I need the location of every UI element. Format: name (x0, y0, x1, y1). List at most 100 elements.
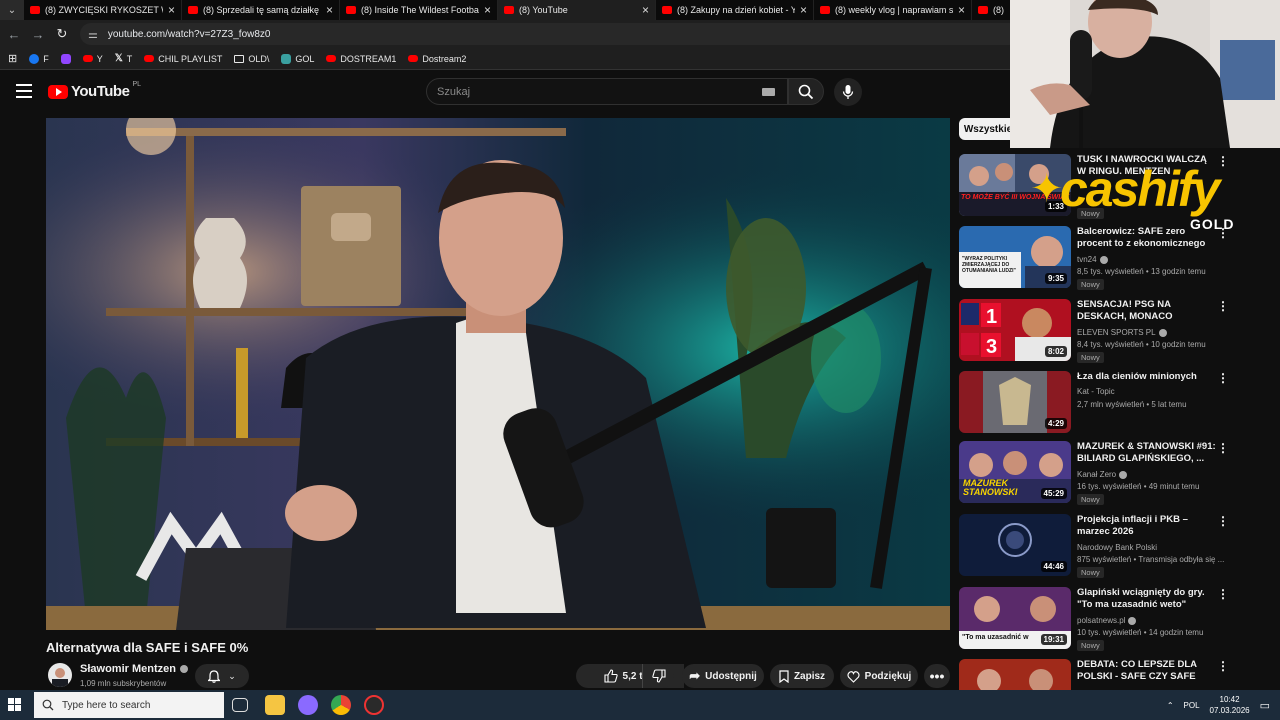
channel-avatar[interactable] (48, 663, 72, 687)
channel-name[interactable]: Sławomir Mentzen (80, 663, 188, 675)
thanks-button[interactable]: Podziękuj (840, 664, 918, 688)
video-player[interactable] (46, 118, 950, 630)
search-input[interactable]: Szukaj (426, 78, 788, 105)
channel-name[interactable]: Kanał Zero (1077, 470, 1128, 479)
video-title[interactable]: Projekcja inflacji i PKB –marzec 2026 (1077, 514, 1217, 538)
share-button[interactable]: ➦ Udostępnij (682, 664, 764, 688)
close-tab-icon[interactable]: × (484, 3, 491, 17)
video-thumbnail[interactable]: "WYRAZ POLITYKI ZMIERZAJĄCEJ DO OTUMANIA… (959, 226, 1071, 288)
search-button[interactable] (788, 78, 824, 105)
channel-name[interactable]: Narodowy Bank Polski (1077, 543, 1157, 552)
save-button[interactable]: Zapisz (770, 664, 834, 688)
browser-tab[interactable]: (8) weekly vlog | naprawiam sa × (814, 0, 972, 20)
more-actions-button[interactable]: ••• (924, 664, 950, 688)
voice-search-button[interactable] (834, 78, 862, 106)
more-vertical-icon[interactable]: ⋮ (1217, 154, 1229, 168)
reload-icon[interactable]: ↻ (50, 26, 74, 42)
close-tab-icon[interactable]: × (800, 3, 807, 17)
channel-name[interactable]: polsatnews.pl (1077, 616, 1137, 625)
channel-name[interactable]: ELEVEN SPORTS PL (1077, 328, 1167, 337)
more-vertical-icon[interactable]: ⋮ (1217, 226, 1229, 240)
verified-icon (1158, 328, 1167, 337)
bookmark-gol[interactable]: GOL (281, 53, 314, 64)
notification-icon[interactable]: ▭ (1260, 699, 1270, 712)
bell-icon (208, 669, 221, 683)
apps-grid-icon[interactable]: ⊞ (8, 52, 17, 65)
recommended-video[interactable]: TO MOŻE BYĆ III WOJNA ŚWIAT 1:33 TUSK I … (959, 154, 1279, 220)
video-title[interactable]: MAZUREK & STANOWSKI #91: BILIARD GLAPIŃS… (1077, 441, 1217, 465)
more-vertical-icon[interactable]: ⋮ (1217, 659, 1229, 673)
chevron-up-icon[interactable]: ⌃ (1167, 701, 1174, 710)
video-thumbnail[interactable]: 44:46 (959, 514, 1071, 576)
video-title[interactable]: SENSACJA! PSG NA DESKACH, MONACO TRAFIAŁ… (1077, 299, 1217, 323)
taskbar-search-input[interactable]: Type here to search (34, 692, 224, 718)
microphone-icon (842, 85, 854, 99)
filter-chip-all[interactable]: Wszystkie (959, 118, 1017, 140)
bookmark-y[interactable]: Y (82, 54, 103, 64)
video-thumbnail[interactable]: TO MOŻE BYĆ III WOJNA ŚWIAT 1:33 (959, 154, 1071, 216)
more-vertical-icon[interactable]: ⋮ (1217, 441, 1229, 455)
recommended-video[interactable]: "To ma uzasadnić w 19:31 Glapiński wciąg… (959, 587, 1279, 653)
browser-tab[interactable]: (8) ZWYCIĘSKI RYKOSZET W 94 × (24, 0, 182, 20)
recommended-video[interactable]: DEBATA: CO LEPSZE DLA POLSKI - SAFE CZY … (959, 659, 1279, 690)
channel-name[interactable]: Kat - Topic (1077, 387, 1115, 396)
more-vertical-icon[interactable]: ⋮ (1217, 371, 1229, 385)
browser-tab[interactable]: (8) Inside The Wildest Football × (340, 0, 498, 20)
windows-start-icon[interactable] (8, 698, 22, 712)
file-explorer-icon[interactable] (265, 695, 285, 715)
video-thumbnail[interactable]: "To ma uzasadnić w 19:31 (959, 587, 1071, 649)
back-arrow-icon[interactable]: ← (2, 27, 26, 42)
youtube-logo[interactable]: YouTube PL (48, 81, 141, 100)
forward-arrow-icon[interactable]: → (26, 27, 50, 42)
browser-tab[interactable]: (8) Zakupy na dzień kobiet - Yo × (656, 0, 814, 20)
close-tab-icon[interactable]: × (958, 3, 965, 17)
video-title[interactable]: TUSK I NAWROCKI WALCZĄ W RINGU. MENTZEN … (1077, 154, 1217, 178)
bookmark-twitch[interactable] (60, 53, 71, 64)
task-view-icon[interactable] (232, 698, 248, 712)
folder-icon (234, 54, 245, 63)
video-title[interactable]: Glapiński wciągnięty do gry. "To ma uzas… (1077, 587, 1217, 611)
video-thumbnail[interactable]: MAZUREK STANOWSKI 45:29 (959, 441, 1071, 503)
menu-icon[interactable] (16, 84, 32, 98)
recommended-video[interactable]: "WYRAZ POLITYKI ZMIERZAJĄCEJ DO OTUMANIA… (959, 226, 1279, 292)
browser-tab[interactable]: (8) Sprzedali tę samą działkę d × (182, 0, 340, 20)
dislike-button[interactable] (642, 664, 674, 688)
bookmark-folder-old[interactable]: OLD\ (234, 54, 269, 64)
video-thumbnail[interactable]: 1 3 8:02 (959, 299, 1071, 361)
more-vertical-icon[interactable]: ⋮ (1217, 514, 1229, 528)
close-tab-icon[interactable]: × (326, 3, 333, 17)
recommended-video[interactable]: MAZUREK STANOWSKI 45:29 MAZUREK & STANOW… (959, 441, 1279, 507)
address-bar[interactable]: ⚌ youtube.com/watch?v=27Z3_fow8z0 (80, 23, 1020, 45)
bookmark-f[interactable]: F (29, 53, 49, 64)
tab-search-chevron-icon[interactable]: ⌄ (0, 0, 24, 20)
more-vertical-icon[interactable]: ⋮ (1217, 299, 1229, 313)
youtube-icon (408, 55, 419, 62)
subscription-bell-button[interactable]: ⌄ (195, 664, 249, 688)
app-icon[interactable] (298, 695, 318, 715)
site-settings-icon[interactable]: ⚌ (88, 28, 98, 41)
bookmark-dostream2[interactable]: Dostream2 (408, 54, 466, 64)
video-title[interactable]: Balcerowicz: SAFE zero procent to z ekon… (1077, 226, 1217, 250)
chrome-icon[interactable] (331, 695, 351, 715)
video-title[interactable]: DEBATA: CO LEPSZE DLA POLSKI - SAFE CZY … (1077, 659, 1217, 683)
webcam-image (1010, 0, 1280, 148)
browser-tab-active[interactable]: (8) YouTube × (498, 0, 656, 20)
recording-app-icon[interactable] (364, 695, 384, 715)
video-thumbnail[interactable] (959, 659, 1071, 690)
recommended-video[interactable]: 4:29 Łza dla cieniów minionych Kat - Top… (959, 371, 1279, 437)
video-title[interactable]: Łza dla cieniów minionych (1077, 371, 1217, 383)
channel-name[interactable]: tvn24 (1077, 255, 1108, 264)
more-vertical-icon[interactable]: ⋮ (1217, 587, 1229, 601)
close-tab-icon[interactable]: × (642, 3, 649, 17)
bookmark-t[interactable]: 𝕏T (115, 53, 133, 64)
facebook-icon (29, 53, 40, 64)
clock[interactable]: 10:42 07.03.2026 (1210, 694, 1250, 716)
close-tab-icon[interactable]: × (168, 3, 175, 17)
recommended-video[interactable]: 44:46 Projekcja inflacji i PKB –marzec 2… (959, 514, 1279, 580)
language-indicator[interactable]: POL (1184, 701, 1200, 710)
bookmark-chil-playlist[interactable]: CHIL PLAYLIST (144, 54, 222, 64)
bookmark-dostream1[interactable]: DOSTREAM1 (326, 54, 396, 64)
keyboard-icon[interactable] (762, 87, 775, 96)
recommended-video[interactable]: 1 3 8:02 SENSACJA! PSG NA DESKACH, MONACO… (959, 299, 1279, 365)
video-thumbnail[interactable]: 4:29 (959, 371, 1071, 433)
